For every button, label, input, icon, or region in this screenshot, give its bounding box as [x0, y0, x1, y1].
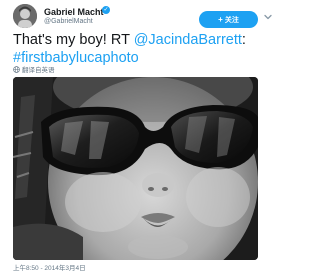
translate-label: 翻译自英语 [22, 67, 55, 74]
tweet-timestamp[interactable]: 上午8:50 - 2014年3月4日 [13, 264, 86, 273]
tweet-photo[interactable] [13, 77, 258, 260]
verified-badge-icon: ✓ [102, 6, 110, 14]
hashtag-link[interactable]: #firstbabylucaphoto [13, 50, 139, 66]
follow-plus-icon: + [218, 15, 223, 24]
avatar[interactable] [13, 4, 37, 28]
globe-icon [13, 66, 20, 73]
tweet-text: That's my boy! RT @JacindaBarrett: #firs… [13, 31, 263, 67]
tweet-text-colon: : [241, 32, 246, 48]
user-handle[interactable]: @GabrielMacht [44, 17, 104, 27]
mention-link[interactable]: @JacindaBarrett [134, 32, 242, 48]
tweet-text-prefix: That's my boy! RT [13, 32, 134, 48]
baby-sunglasses-photo [13, 77, 258, 260]
translate-link[interactable]: 翻译自英语 [13, 66, 55, 75]
chevron-down-icon[interactable] [263, 12, 273, 22]
tweet-card: Gabriel Macht @GabrielMacht ✓ + 关注 That's… [0, 0, 272, 279]
display-name[interactable]: Gabriel Macht [44, 7, 104, 17]
tweet-header: Gabriel Macht @GabrielMacht ✓ + 关注 [13, 4, 272, 30]
user-names: Gabriel Macht @GabrielMacht [44, 7, 104, 27]
follow-button[interactable]: + 关注 [199, 11, 258, 28]
avatar-image [13, 4, 37, 28]
follow-button-label: 关注 [224, 17, 239, 24]
